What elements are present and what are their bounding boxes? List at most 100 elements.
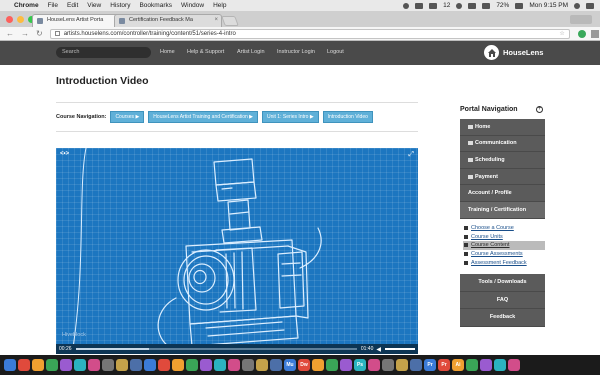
status-icon[interactable]	[429, 2, 438, 9]
submenu-choose-course[interactable]: Choose a Course	[463, 224, 545, 233]
url-input[interactable]: artists.houselens.com/controller/trainin…	[49, 28, 570, 39]
wifi-icon[interactable]	[468, 2, 477, 9]
sidebar-item-tools[interactable]: Tools / Downloads	[460, 274, 545, 292]
dock-app-icon[interactable]: Ai	[452, 359, 464, 371]
forward-icon[interactable]: →	[21, 29, 29, 38]
dock-app-icon[interactable]: Dw	[298, 359, 310, 371]
video-player[interactable]: Hiveblock <•> ⤢ 00:26 01:40 ◀	[56, 148, 418, 354]
menu-view[interactable]: View	[87, 2, 101, 9]
dock-app-icon[interactable]	[494, 359, 506, 371]
menu-help[interactable]: Help	[213, 2, 226, 9]
dock-app-icon[interactable]	[74, 359, 86, 371]
volume-slider[interactable]	[385, 348, 415, 350]
dock-app-icon[interactable]	[396, 359, 408, 371]
search-input[interactable]: Search	[56, 47, 151, 58]
embed-icon[interactable]: <•>	[60, 151, 69, 157]
menu-edit[interactable]: Edit	[67, 2, 78, 9]
nav-logout[interactable]: Logout	[327, 49, 344, 55]
submenu-course-content[interactable]: Course Content	[463, 241, 545, 250]
dock-app-icon[interactable]	[270, 359, 282, 371]
new-tab-button[interactable]	[221, 16, 239, 26]
dock-app-icon[interactable]	[508, 359, 520, 371]
dock-app-icon[interactable]	[368, 359, 380, 371]
dock-app-icon[interactable]	[312, 359, 324, 371]
dock-app-icon[interactable]	[186, 359, 198, 371]
dock-app-icon[interactable]	[228, 359, 240, 371]
dock-app-icon[interactable]: Pr	[438, 359, 450, 371]
dock-app-icon[interactable]	[382, 359, 394, 371]
spotlight-icon[interactable]	[574, 2, 580, 9]
close-tab-icon[interactable]: ×	[214, 17, 218, 23]
sidebar-item-faq[interactable]: FAQ	[460, 292, 545, 310]
sidebar-item-feedback[interactable]: Feedback	[460, 309, 545, 327]
sidebar-item-communication[interactable]: Communication	[460, 136, 545, 153]
nav-home[interactable]: Home	[160, 49, 175, 55]
menu-history[interactable]: History	[110, 2, 130, 9]
seek-bar[interactable]	[75, 348, 357, 350]
dock-app-icon[interactable]	[242, 359, 254, 371]
dock-app-icon[interactable]	[480, 359, 492, 371]
dock-app-icon[interactable]	[130, 359, 142, 371]
profile-button[interactable]	[570, 15, 592, 24]
menu-file[interactable]: File	[48, 2, 58, 9]
site-logo[interactable]: HouseLens	[484, 45, 543, 60]
sidebar-item-home[interactable]: Home	[460, 119, 545, 136]
dock-app-icon[interactable]	[326, 359, 338, 371]
status-icon[interactable]	[415, 2, 424, 9]
dock-app-icon[interactable]	[18, 359, 30, 371]
nav-help-support[interactable]: Help & Support	[187, 49, 224, 55]
crumb-current[interactable]: Introduction Video	[322, 111, 373, 123]
volume-icon[interactable]: ◀	[376, 346, 381, 353]
dock-app-icon[interactable]	[88, 359, 100, 371]
dock-app-icon[interactable]	[256, 359, 268, 371]
dock-app-icon[interactable]	[158, 359, 170, 371]
minimize-window-button[interactable]	[17, 16, 24, 23]
dock-app-icon[interactable]: Pr	[424, 359, 436, 371]
clock[interactable]: Mon 9:15 PM	[529, 2, 568, 9]
dock-app-icon[interactable]	[116, 359, 128, 371]
menu-bookmarks[interactable]: Bookmarks	[139, 2, 172, 9]
crumb-unit[interactable]: Unit 1: Series Intro ▶	[262, 111, 319, 123]
nav-artist-login[interactable]: Artist Login	[237, 49, 265, 55]
dock-app-icon[interactable]	[214, 359, 226, 371]
page-info-icon[interactable]	[54, 31, 60, 36]
menu-window[interactable]: Window	[181, 2, 204, 9]
dock-app-icon[interactable]	[340, 359, 352, 371]
dock-app-icon[interactable]	[32, 359, 44, 371]
sidebar-item-scheduling[interactable]: Scheduling	[460, 152, 545, 169]
dock-app-icon[interactable]	[172, 359, 184, 371]
extension-icon[interactable]	[577, 29, 586, 38]
nav-instructor-login[interactable]: Instructor Login	[277, 49, 315, 55]
dock-app-icon[interactable]: Ps	[354, 359, 366, 371]
dock-app-icon[interactable]	[46, 359, 58, 371]
bookmark-star-icon[interactable]: ☆	[559, 30, 564, 37]
dock-app-icon[interactable]	[4, 359, 16, 371]
close-window-button[interactable]	[6, 16, 13, 23]
notification-center-icon[interactable]	[586, 2, 594, 9]
menu-icon[interactable]	[590, 29, 599, 38]
browser-tab[interactable]: Certification Feedback Ma ×	[114, 14, 222, 27]
reload-icon[interactable]: ↻	[36, 29, 43, 38]
dock-app-icon[interactable]	[410, 359, 422, 371]
sidebar-item-payment[interactable]: Payment	[460, 169, 545, 186]
crumb-courses[interactable]: Courses ▶	[110, 111, 145, 123]
dock-app-icon[interactable]	[60, 359, 72, 371]
crumb-course[interactable]: HouseLens Artist Training and Certificat…	[148, 111, 259, 123]
battery-icon[interactable]	[515, 2, 524, 9]
submenu-course-units[interactable]: Course Units	[463, 233, 545, 242]
dock-app-icon[interactable]	[200, 359, 212, 371]
browser-tab[interactable]: HouseLens Artist Porta ×	[32, 14, 124, 27]
volume-icon[interactable]	[482, 2, 491, 9]
back-icon[interactable]: ←	[6, 29, 14, 38]
dock-app-icon[interactable]	[144, 359, 156, 371]
status-icon[interactable]	[456, 2, 463, 9]
dock-app-icon[interactable]: Mu	[284, 359, 296, 371]
sidebar-item-account[interactable]: Account / Profile	[460, 185, 545, 202]
menu-app[interactable]: Chrome	[14, 2, 39, 9]
submenu-course-assessments[interactable]: Course Assessments	[463, 250, 545, 259]
expand-icon[interactable]: ⤢	[408, 151, 414, 159]
dock-app-icon[interactable]	[102, 359, 114, 371]
collapse-toggle-icon[interactable]: +	[536, 106, 543, 113]
status-icon[interactable]	[403, 2, 410, 9]
submenu-assessment-feedback[interactable]: Assessment Feedback	[463, 258, 545, 267]
